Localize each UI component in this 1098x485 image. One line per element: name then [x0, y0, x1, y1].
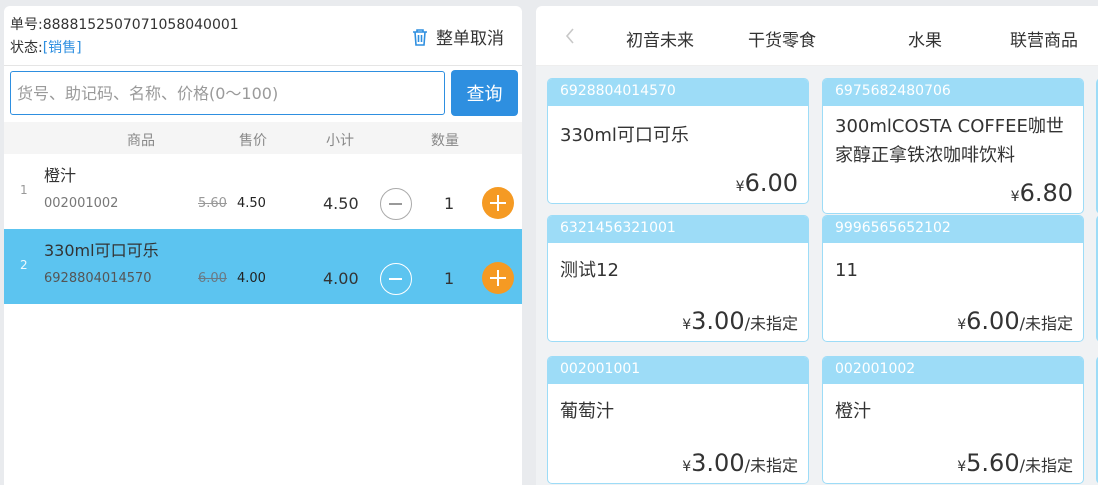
- column-qty: 数量: [431, 133, 459, 149]
- cancel-order-button[interactable]: 整单取消: [412, 24, 504, 49]
- column-subtotal: 小计: [326, 133, 354, 149]
- product-card[interactable]: 002001002 橙汁 ¥5.60/未指定: [822, 356, 1084, 484]
- item-price: 4.50: [237, 196, 266, 211]
- product-barcode: 6321456321001: [548, 216, 808, 243]
- category-tabs: 初音未来 干货零食 水果 联营商品: [536, 6, 1098, 66]
- order-status-value: [销售]: [42, 40, 82, 56]
- decrease-qty-button[interactable]: [380, 188, 412, 220]
- price-unit: /未指定: [1019, 456, 1073, 475]
- row-index: 1: [20, 183, 28, 197]
- increase-qty-button[interactable]: [482, 187, 514, 219]
- item-name: 330ml可口可乐: [44, 241, 159, 260]
- product-name: 橙汁: [835, 401, 871, 422]
- product-barcode: 9996565652102: [823, 216, 1083, 243]
- product-price: ¥6.00/未指定: [957, 307, 1073, 335]
- cancel-order-label: 整单取消: [436, 29, 504, 49]
- tab-category[interactable]: 联营商品: [1010, 26, 1078, 51]
- row-index: 2: [20, 258, 28, 272]
- order-number: 单号:8888152507071058040001: [10, 14, 239, 34]
- product-name: 葡萄汁: [560, 401, 614, 422]
- product-price: ¥6.80: [1011, 179, 1073, 207]
- item-qty: 1: [444, 269, 455, 288]
- item-subtotal: 4.00: [323, 269, 359, 288]
- price-currency: ¥: [957, 459, 967, 475]
- tab-category[interactable]: 初音未来: [626, 26, 694, 51]
- price-unit: /未指定: [1019, 314, 1073, 333]
- product-barcode: 6928804014570: [548, 79, 808, 106]
- search-button[interactable]: 查询: [451, 70, 518, 116]
- product-barcode: 002001001: [548, 357, 808, 384]
- cart-row[interactable]: 1 橙汁 002001002 5.60 4.50 4.50 1: [4, 154, 522, 229]
- item-original-price: 6.00: [198, 271, 227, 286]
- product-barcode: 002001002: [823, 357, 1083, 384]
- price-unit: /未指定: [744, 456, 798, 475]
- product-name: 测试12: [560, 260, 619, 281]
- item-code: 002001002: [44, 196, 119, 211]
- price-currency: ¥: [682, 317, 692, 333]
- product-card[interactable]: 002001001 葡萄汁 ¥3.00/未指定: [547, 356, 809, 484]
- search-input[interactable]: [10, 71, 445, 115]
- price-amount: 6.80: [1019, 179, 1073, 207]
- product-price: ¥5.60/未指定: [957, 449, 1073, 477]
- trash-icon: [413, 28, 427, 46]
- column-price: 售价: [239, 133, 267, 149]
- price-currency: ¥: [735, 179, 745, 195]
- item-price: 4.00: [237, 271, 266, 286]
- price-amount: 3.00: [691, 449, 745, 477]
- tab-category[interactable]: 干货零食: [748, 26, 816, 51]
- increase-qty-button[interactable]: [482, 262, 514, 294]
- item-subtotal: 4.50: [323, 194, 359, 213]
- product-name: 300mlCOSTA COFFEE咖世家醇正拿铁浓咖啡饮料: [835, 116, 1064, 166]
- decrease-qty-button[interactable]: [380, 263, 412, 295]
- order-panel: 单号:8888152507071058040001 状态:[销售] 整单取消 查…: [4, 6, 522, 485]
- item-code: 6928804014570: [44, 271, 152, 286]
- order-number-label: 单号:: [10, 17, 43, 33]
- order-status-label: 状态:: [10, 40, 43, 56]
- product-card[interactable]: 6975682480706 300mlCOSTA COFFEE咖世家醇正拿铁浓咖…: [822, 78, 1084, 214]
- item-original-price: 5.60: [198, 196, 227, 211]
- price-currency: ¥: [682, 459, 692, 475]
- product-price: ¥3.00/未指定: [682, 449, 798, 477]
- order-number-value: 8888152507071058040001: [42, 17, 239, 33]
- product-grid: 6928804014570 330ml可口可乐 ¥6.00 6975682480…: [536, 66, 1098, 485]
- cart-row-selected[interactable]: 2 330ml可口可乐 6928804014570 6.00 4.00 4.00…: [4, 229, 522, 304]
- price-currency: ¥: [957, 317, 967, 333]
- search-bar: 查询: [10, 70, 518, 118]
- price-amount: 3.00: [691, 307, 745, 335]
- column-product: 商品: [127, 133, 155, 149]
- product-card[interactable]: 6928804014570 330ml可口可乐 ¥6.00: [547, 78, 809, 204]
- product-name: 330ml可口可乐: [560, 125, 689, 146]
- price-amount: 6.00: [966, 307, 1020, 335]
- cart-column-header: 商品 售价 小计 数量: [4, 122, 522, 154]
- product-panel: 初音未来 干货零食 水果 联营商品 6928804014570 330ml可口可…: [536, 6, 1098, 485]
- price-amount: 6.00: [744, 169, 798, 197]
- price-currency: ¥: [1010, 189, 1020, 205]
- order-header: 单号:8888152507071058040001 状态:[销售] 整单取消: [4, 6, 522, 66]
- chevron-left-icon[interactable]: [560, 24, 580, 48]
- product-barcode: 6975682480706: [823, 79, 1083, 106]
- item-name: 橙汁: [44, 166, 77, 185]
- product-price: ¥3.00/未指定: [682, 307, 798, 335]
- product-name: 11: [835, 260, 858, 281]
- product-price: ¥6.00: [736, 169, 798, 197]
- order-status: 状态:[销售]: [10, 37, 82, 57]
- price-unit: /未指定: [744, 314, 798, 333]
- tab-category[interactable]: 水果: [908, 26, 942, 51]
- product-card[interactable]: 6321456321001 测试12 ¥3.00/未指定: [547, 215, 809, 342]
- price-amount: 5.60: [966, 449, 1020, 477]
- item-qty: 1: [444, 194, 455, 213]
- product-card[interactable]: 9996565652102 11 ¥6.00/未指定: [822, 215, 1084, 342]
